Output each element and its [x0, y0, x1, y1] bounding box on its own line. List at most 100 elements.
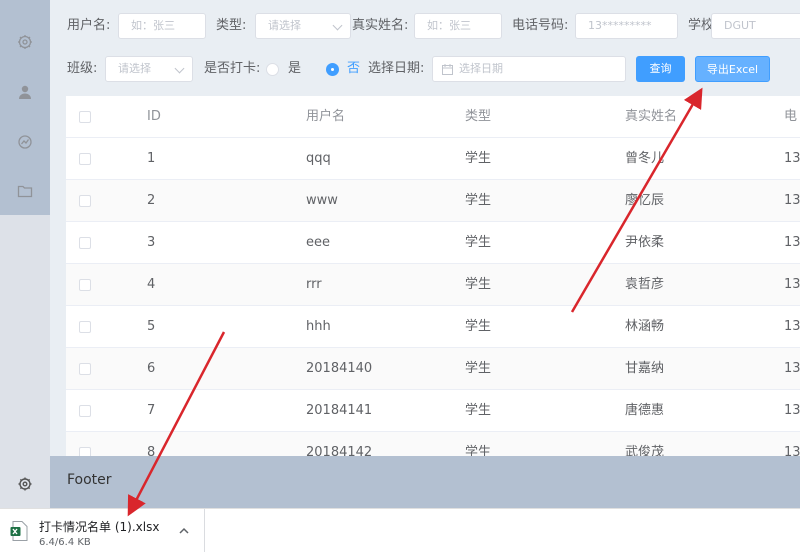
user-icon[interactable]: [15, 82, 35, 102]
checkin-yes-label[interactable]: 是: [288, 56, 301, 82]
cell-phone: 13: [784, 193, 800, 208]
download-size: 6.4/6.4 KB: [39, 537, 91, 548]
type-select[interactable]: 请选择: [255, 13, 351, 39]
chevron-down-icon: [332, 20, 343, 31]
checkin-no-label[interactable]: 否: [347, 56, 360, 82]
cell-type: 学生: [465, 277, 492, 292]
row-checkbox[interactable]: [79, 447, 91, 456]
excel-file-icon: [10, 521, 28, 541]
cell-type: 学生: [465, 361, 492, 376]
sidebar-menu: [0, 0, 50, 215]
table-row[interactable]: 6 20184140 学生 甘嘉纳 13: [66, 348, 800, 390]
footer-text: Footer: [67, 472, 112, 488]
row-checkbox[interactable]: [79, 279, 91, 291]
gear-icon[interactable]: [15, 32, 35, 52]
checkin-no-radio[interactable]: [326, 63, 339, 76]
row-checkbox[interactable]: [79, 405, 91, 417]
date-placeholder: 选择日期: [459, 62, 503, 75]
cell-realname: 林涵畅: [625, 319, 665, 334]
type-label: 类型:: [216, 18, 247, 33]
cell-type: 学生: [465, 235, 492, 250]
cell-phone: 13: [784, 403, 800, 418]
table-header: ID 用户名 类型 真实姓名 电: [66, 96, 800, 138]
date-label: 选择日期:: [368, 61, 425, 76]
chevron-down-icon: [174, 63, 185, 74]
cell-realname: 袁哲彦: [625, 277, 665, 292]
row-checkbox[interactable]: [79, 363, 91, 375]
cell-phone: 13: [784, 445, 800, 456]
cell-username: 20184141: [306, 403, 373, 418]
class-select[interactable]: 请选择: [105, 56, 193, 82]
table-row[interactable]: 3 eee 学生 尹依柔 13: [66, 222, 800, 264]
row-checkbox[interactable]: [79, 237, 91, 249]
cell-username: rrr: [306, 277, 322, 292]
cell-id: 8: [147, 445, 156, 456]
checkin-label: 是否打卡:: [204, 61, 261, 76]
download-item[interactable]: 打卡情况名单 (1).xlsx 6.4/6.4 KB: [0, 509, 205, 552]
cell-username: eee: [306, 235, 330, 250]
calendar-icon: [442, 64, 453, 75]
cell-id: 4: [147, 277, 156, 292]
cell-realname: 曾冬儿: [625, 151, 665, 166]
username-label: 用户名:: [67, 18, 111, 33]
cell-realname: 唐德惠: [625, 403, 665, 418]
cell-phone: 13: [784, 361, 800, 376]
cell-type: 学生: [465, 319, 492, 334]
cell-phone: 13: [784, 235, 800, 250]
export-excel-button[interactable]: 导出Excel: [695, 56, 770, 82]
table-row[interactable]: 8 20184142 学生 武俊茂 13: [66, 432, 800, 456]
cell-type: 学生: [465, 445, 492, 456]
sidebar: [0, 0, 50, 508]
date-picker-input[interactable]: 选择日期: [432, 56, 626, 82]
download-bar: 打卡情况名单 (1).xlsx 6.4/6.4 KB: [0, 508, 800, 552]
column-header-type: 类型: [465, 109, 492, 124]
phone-label: 电话号码:: [512, 18, 569, 33]
column-header-phone: 电: [784, 109, 798, 124]
cell-phone: 13: [784, 151, 800, 166]
type-select-placeholder: 请选择: [268, 19, 301, 32]
cell-id: 6: [147, 361, 156, 376]
cell-phone: 13: [784, 277, 800, 292]
cell-type: 学生: [465, 151, 492, 166]
cell-realname: 武俊茂: [625, 445, 665, 456]
cell-realname: 甘嘉纳: [625, 361, 665, 376]
row-checkbox[interactable]: [79, 153, 91, 165]
settings-icon[interactable]: [15, 474, 35, 494]
cell-realname: 尹依柔: [625, 235, 665, 250]
folder-icon[interactable]: [15, 181, 35, 201]
cell-id: 1: [147, 151, 156, 166]
row-checkbox[interactable]: [79, 321, 91, 333]
table-row[interactable]: 7 20184141 学生 唐德惠 13: [66, 390, 800, 432]
table-row[interactable]: 1 qqq 学生 曾冬儿 13: [66, 138, 800, 180]
chevron-up-icon[interactable]: [178, 525, 190, 537]
table-row[interactable]: 2 www 学生 廖忆辰 13: [66, 180, 800, 222]
cell-username: 20184140: [306, 361, 373, 376]
user-table: ID 用户名 类型 真实姓名 电 1 qqq 学生 曾冬儿 13 2 www 学…: [66, 96, 800, 456]
username-input[interactable]: 如：张三: [118, 13, 206, 39]
cell-username: 20184142: [306, 445, 373, 456]
download-filename: 打卡情况名单 (1).xlsx: [39, 520, 160, 534]
realname-input[interactable]: 如：张三: [414, 13, 502, 39]
column-header-realname: 真实姓名: [625, 109, 678, 124]
cell-type: 学生: [465, 403, 492, 418]
footer: Footer: [50, 456, 800, 508]
phone-input[interactable]: 13*********: [575, 13, 678, 39]
class-select-placeholder: 请选择: [118, 62, 151, 75]
cell-id: 2: [147, 193, 156, 208]
cell-phone: 13: [784, 319, 800, 334]
class-label: 班级:: [67, 61, 98, 76]
school-input[interactable]: DGUT: [711, 13, 800, 39]
table-row[interactable]: 4 rrr 学生 袁哲彦 13: [66, 264, 800, 306]
query-button[interactable]: 查询: [636, 56, 685, 82]
cell-id: 7: [147, 403, 156, 418]
table-row[interactable]: 5 hhh 学生 林涵畅 13: [66, 306, 800, 348]
select-all-checkbox[interactable]: [79, 111, 91, 123]
cell-username: hhh: [306, 319, 331, 334]
chart-icon[interactable]: [15, 132, 35, 152]
cell-realname: 廖忆辰: [625, 193, 665, 208]
checkin-yes-radio[interactable]: [266, 63, 279, 76]
realname-label: 真实姓名:: [352, 18, 409, 33]
cell-username: qqq: [306, 151, 331, 166]
column-header-username: 用户名: [306, 109, 346, 124]
row-checkbox[interactable]: [79, 195, 91, 207]
